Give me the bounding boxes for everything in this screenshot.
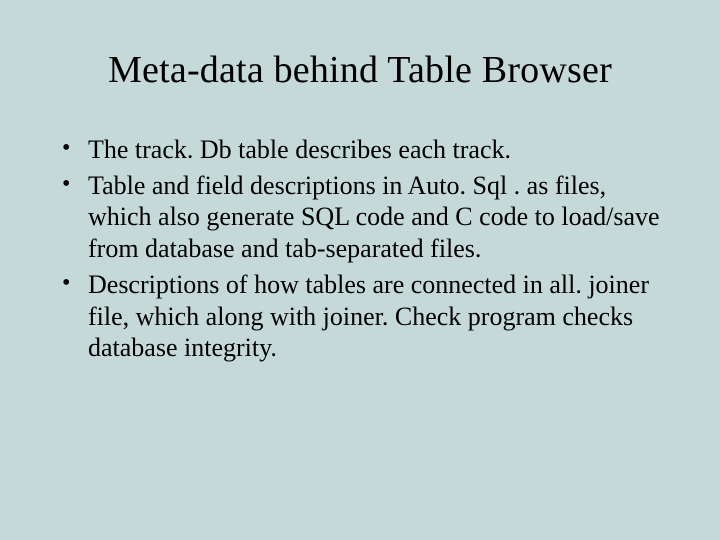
list-item: Descriptions of how tables are connected… (58, 269, 662, 364)
list-item: Table and field descriptions in Auto. Sq… (58, 170, 662, 265)
slide-title: Meta-data behind Table Browser (58, 48, 662, 92)
slide: Meta-data behind Table Browser The track… (0, 0, 720, 364)
list-item: The track. Db table describes each track… (58, 134, 662, 166)
bullet-list: The track. Db table describes each track… (58, 134, 662, 364)
